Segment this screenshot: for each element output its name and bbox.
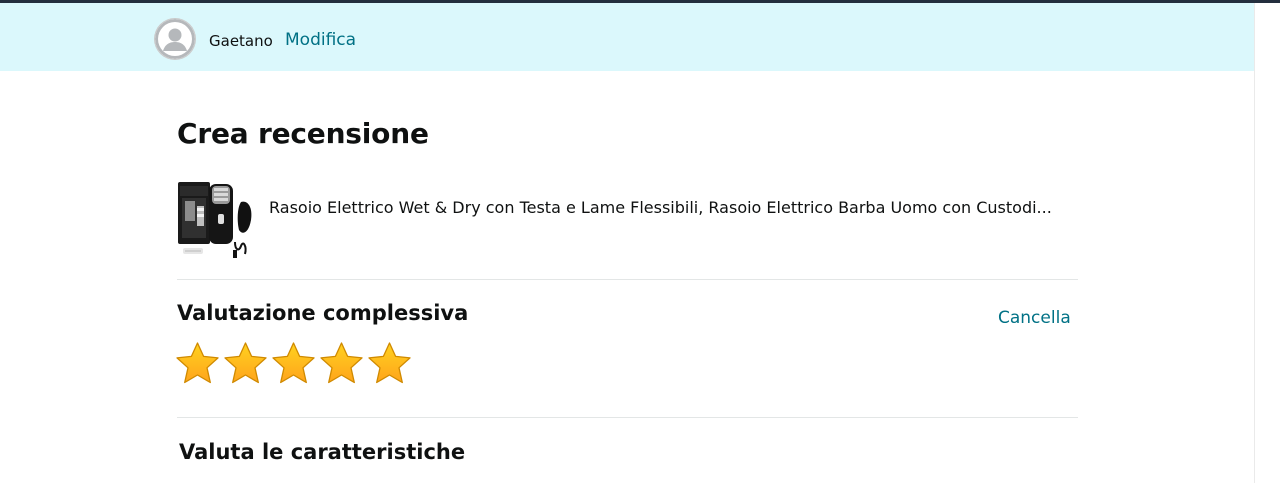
- product-title: Rasoio Elettrico Wet & Dry con Testa e L…: [269, 198, 1052, 217]
- clear-rating-link[interactable]: Cancella: [998, 307, 1071, 329]
- page-title: Crea recensione: [177, 117, 429, 150]
- divider: [177, 279, 1078, 280]
- product-image: [177, 180, 257, 260]
- scrollbar-track[interactable]: [1254, 3, 1280, 483]
- divider: [177, 417, 1078, 418]
- star-3-icon[interactable]: [271, 341, 316, 386]
- star-2-icon[interactable]: [223, 341, 268, 386]
- star-5-icon[interactable]: [367, 341, 412, 386]
- user-name: Gaetano: [209, 32, 273, 50]
- star-1-icon[interactable]: [175, 341, 220, 386]
- star-4-icon[interactable]: [319, 341, 364, 386]
- features-heading: Valuta le caratteristiche: [179, 440, 466, 464]
- star-rating: [175, 341, 412, 389]
- edit-profile-link[interactable]: Modifica: [285, 30, 356, 50]
- overall-rating-heading: Valutazione complessiva: [177, 301, 469, 325]
- avatar-icon[interactable]: [155, 19, 195, 59]
- user-bar: Gaetano Modifica: [0, 3, 1254, 71]
